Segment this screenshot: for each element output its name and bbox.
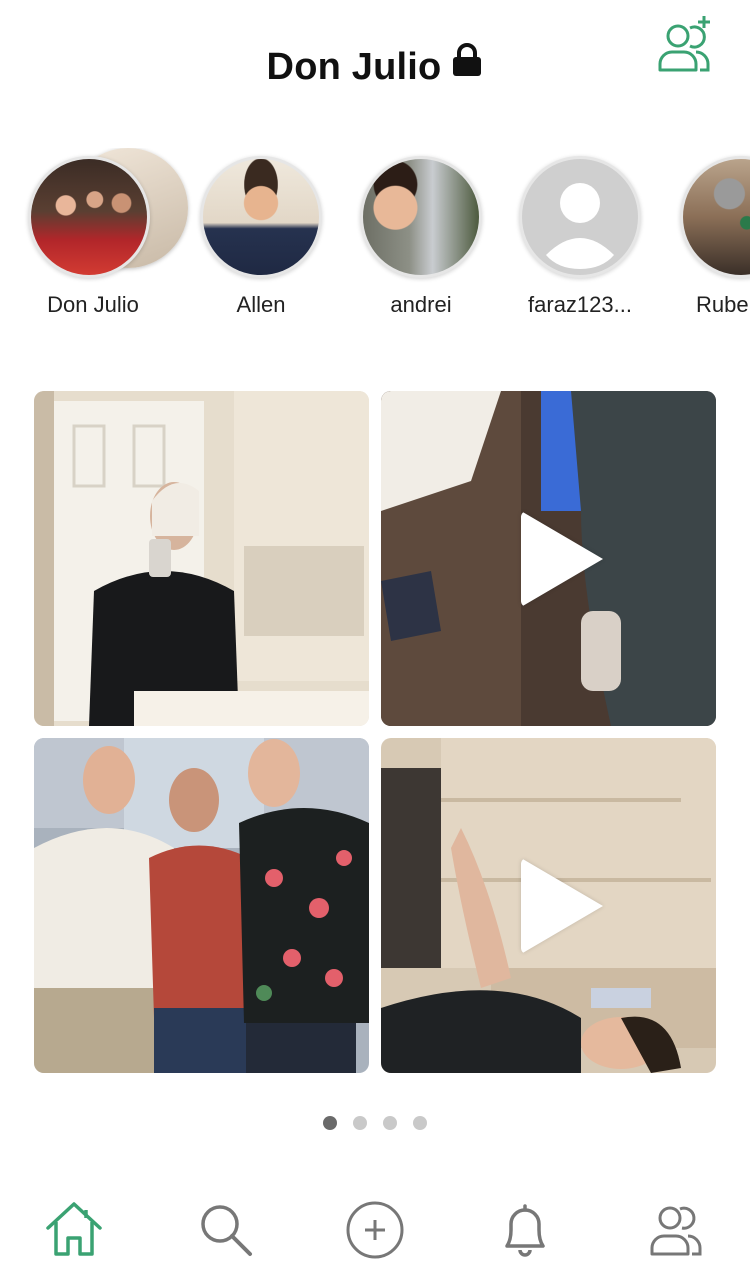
story-label: Don Julio: [47, 292, 139, 317]
story-item[interactable]: faraz123...: [505, 148, 655, 318]
video-tile[interactable]: [381, 738, 716, 1073]
photo-tile[interactable]: [34, 391, 369, 726]
story-avatar-ring: [680, 156, 750, 278]
story-avatar-ring: [200, 156, 322, 278]
play-icon: [520, 510, 603, 607]
home-icon[interactable]: [42, 1198, 106, 1262]
story-avatar-ring: [360, 156, 482, 278]
mirror-selfie-photo: [34, 391, 369, 726]
media-grid: [34, 391, 716, 1073]
page-dot[interactable]: [353, 1116, 367, 1130]
story-label: Allen: [236, 292, 286, 317]
story-item[interactable]: Allen: [186, 148, 336, 318]
add-friend-icon[interactable]: [656, 14, 716, 74]
story-avatar-ring: [519, 156, 641, 278]
story-label: Rube: [696, 292, 749, 317]
play-icon: [520, 857, 603, 954]
page-indicator: [0, 1116, 750, 1135]
avatar: [31, 159, 147, 275]
stories-row: Don Julio Allen andrei faraz123... Rube: [0, 148, 750, 328]
story-item[interactable]: andrei: [346, 148, 496, 318]
story-item[interactable]: Don Julio: [18, 148, 188, 318]
video-tile[interactable]: [381, 391, 716, 726]
bell-icon[interactable]: [493, 1198, 557, 1262]
group-photo: [34, 738, 369, 1073]
story-avatar-ring: [28, 156, 150, 278]
page-dot[interactable]: [383, 1116, 397, 1130]
page-title: Don Julio: [266, 46, 442, 88]
photo-tile[interactable]: [34, 738, 369, 1073]
lock-icon: [451, 43, 483, 87]
header: Don Julio: [0, 0, 750, 130]
avatar: [203, 159, 319, 275]
friends-icon[interactable]: [644, 1198, 708, 1262]
story-label: andrei: [390, 292, 452, 317]
page-dot[interactable]: [323, 1116, 337, 1130]
default-avatar-icon: [546, 183, 614, 269]
avatar: [522, 159, 638, 275]
search-icon[interactable]: [194, 1198, 258, 1262]
avatar: [363, 159, 479, 275]
story-label: faraz123...: [528, 292, 632, 317]
page-title-row: Don Julio: [0, 43, 750, 89]
add-post-icon[interactable]: [343, 1198, 407, 1262]
page-dot[interactable]: [413, 1116, 427, 1130]
avatar: [683, 159, 750, 275]
tab-bar: [0, 1180, 750, 1272]
story-item[interactable]: Rube: [666, 148, 750, 318]
